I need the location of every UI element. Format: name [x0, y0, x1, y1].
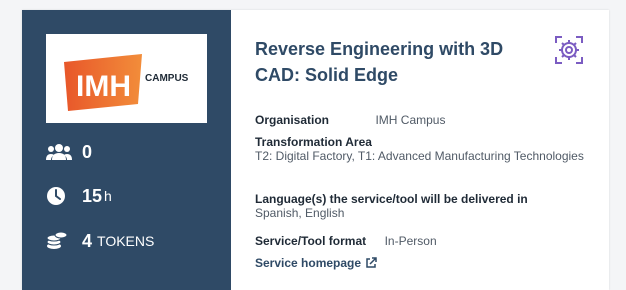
format-label: Service/Tool format: [255, 234, 367, 248]
format-value: In-Person: [384, 234, 437, 248]
participants-stat: 0: [46, 141, 92, 163]
duration-stat: 15 h: [46, 185, 112, 207]
clock-icon: [46, 185, 74, 207]
language-label: Language(s) the service/tool will be del…: [255, 192, 528, 206]
transformation-row: Transformation Area T2: Digital Factory,…: [255, 135, 585, 164]
service-title[interactable]: Reverse Engineering with 3D CAD: Solid E…: [255, 36, 540, 88]
coins-icon: [46, 230, 74, 252]
service-homepage-link[interactable]: Service homepage: [255, 256, 377, 270]
service-card: IMH CAMPUS 0 15 h 4 TOKENS Reverse Engin…: [22, 10, 609, 290]
organisation-value: IMH Campus: [375, 113, 446, 127]
organisation-row: Organisation IMH Campus: [255, 111, 445, 129]
logo-caption: CAMPUS: [145, 73, 189, 84]
format-row: Service/Tool format In-Person: [255, 232, 437, 250]
duration-value: 15: [82, 185, 103, 206]
language-row: Language(s) the service/tool will be del…: [255, 192, 595, 221]
provider-logo: IMH CAMPUS: [46, 34, 207, 123]
imh-campus-logo-graphic: IMH CAMPUS: [64, 54, 189, 111]
external-link-icon: [366, 257, 377, 268]
organisation-label: Organisation: [255, 113, 330, 127]
language-value: Spanish, English: [255, 206, 345, 220]
tokens-label: TOKENS: [97, 233, 155, 249]
tokens-stat: 4 TOKENS: [46, 230, 154, 252]
tokens-value: 4: [82, 230, 93, 251]
logo-text: IMH: [76, 70, 131, 103]
homepage-link-label: Service homepage: [255, 256, 362, 270]
duration-unit: h: [104, 188, 112, 204]
transformation-label: Transformation Area: [255, 135, 372, 149]
participants-count: 0: [82, 141, 93, 162]
gear-icon[interactable]: [554, 35, 584, 65]
group-icon: [46, 141, 74, 163]
card-sidebar: IMH CAMPUS 0 15 h 4 TOKENS: [22, 10, 231, 290]
transformation-value: T2: Digital Factory, T1: Advanced Manufa…: [255, 149, 584, 163]
